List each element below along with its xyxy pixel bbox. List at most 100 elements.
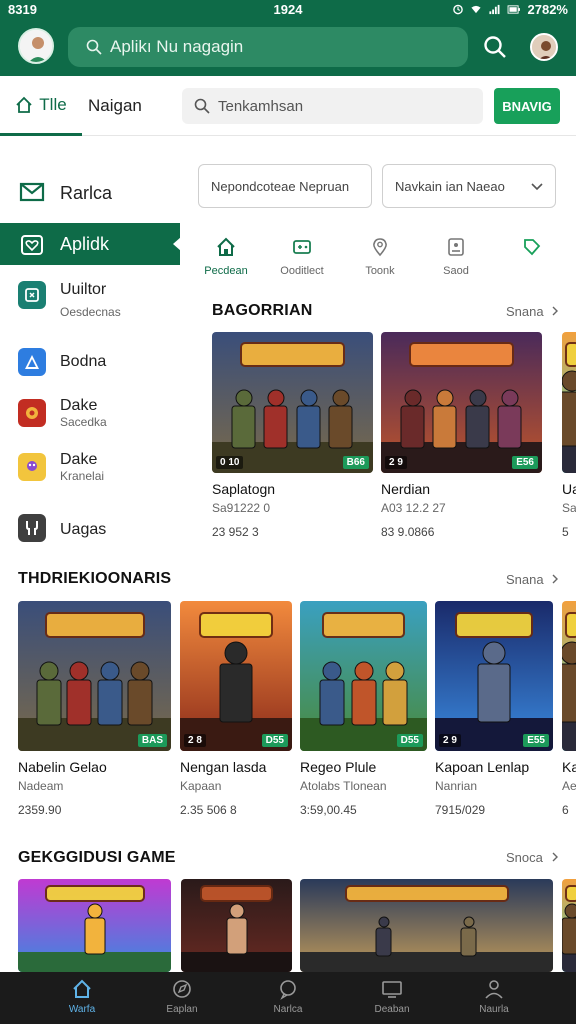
category-row: Pecdean Ooditlect Toonk Saod <box>196 237 576 285</box>
game-subtitle: Sa <box>562 501 576 515</box>
game-card[interactable] <box>18 879 171 972</box>
sidebar: Rarlca Aplidk Uuiltor Oesdecnas Bodna Da… <box>0 137 181 972</box>
section-more-link[interactable]: Snana <box>506 304 559 319</box>
status-icons: 2782% <box>452 2 568 17</box>
game-title: Nabelin Gelao <box>18 759 107 775</box>
game-title: Ka <box>562 759 576 775</box>
game-subtitle: Nanrian <box>435 779 478 793</box>
category-label: Pecdean <box>204 265 248 277</box>
chevron-right-icon <box>552 306 559 316</box>
game-thumbnail[interactable] <box>562 332 576 473</box>
bottom-nav-item-1[interactable]: Eaplan <box>142 978 222 1015</box>
toolbar-search-input[interactable]: Tenkamhsan <box>182 88 483 124</box>
search-button-icon[interactable] <box>482 34 508 60</box>
game-download-count: 2.35 506 8 <box>180 803 237 817</box>
sidebar-item-uuiltor[interactable]: Uuiltor Oesdecnas <box>0 279 180 325</box>
battery-percent: 2782% <box>527 2 568 17</box>
game-card[interactable]: BAS Nabelin Gelao Nadeam 2359.90 <box>18 601 171 821</box>
app-icon <box>18 453 46 481</box>
app-icon <box>18 399 46 427</box>
game-thumbnail[interactable]: BAS <box>18 601 171 751</box>
section-more-label: Snana <box>506 572 544 587</box>
tab-home[interactable]: Tlle <box>0 76 82 136</box>
section-more-link[interactable]: Snoca <box>506 850 559 865</box>
game-thumbnail[interactable] <box>300 879 553 972</box>
status-bar: 8319 1924 2782% <box>0 0 576 20</box>
game-card[interactable]: D55 Regeo Plule Atolabs Tlonean 3:59,00.45 <box>300 601 427 821</box>
card-icon <box>448 238 464 256</box>
heart-icon <box>18 231 46 259</box>
price-badge: D55 <box>396 734 423 747</box>
app-logo[interactable] <box>18 28 54 64</box>
game-card[interactable] <box>181 879 292 972</box>
section-more-label: Snana <box>506 304 544 319</box>
profile-avatar[interactable] <box>530 33 558 61</box>
sidebar-item-label: Dake Sacedka <box>60 397 107 429</box>
game-thumbnail[interactable] <box>18 879 171 972</box>
sidebar-item-dake-1[interactable]: Dake Sacedka <box>0 395 180 439</box>
bottom-nav-item-4[interactable]: Naurla <box>454 978 534 1015</box>
game-title: Ua <box>562 481 576 497</box>
sidebar-item-aplidk[interactable]: Aplidk <box>0 223 181 265</box>
game-card[interactable] <box>300 879 553 972</box>
toolbar-search-placeholder: Tenkamhsan <box>218 97 304 115</box>
tab-navigation[interactable]: Naigan <box>88 96 142 116</box>
game-card[interactable]: 0 10 B66 Saplatogn Sa91222 0 23 952 3 <box>212 332 373 543</box>
game-download-count: 5 <box>562 525 569 539</box>
category-tab-2[interactable]: Toonk <box>350 237 410 277</box>
game-card[interactable]: 2 8 D55 Nengan lasda Kapaan 2.35 506 8 <box>180 601 292 821</box>
category-tab-4[interactable] <box>502 237 562 265</box>
game-thumbnail[interactable]: 2 9 E55 <box>435 601 553 751</box>
game-thumbnail[interactable]: 2 9 E56 <box>381 332 542 473</box>
tag-icon <box>524 239 541 256</box>
tab-home-label: Tlle <box>39 94 67 114</box>
category-tab-3[interactable]: Saod <box>426 237 486 277</box>
sidebar-item-title: Uuiltor <box>60 281 107 298</box>
filter-dropdown-left[interactable]: Nepondcoteae Nepruan <box>198 164 372 208</box>
game-thumbnail[interactable]: 0 10 B66 <box>212 332 373 473</box>
bottom-nav-item-0[interactable]: Warfa <box>42 978 122 1015</box>
category-label: Saod <box>443 265 469 277</box>
section-title: THDRIEKIOONARIS <box>18 570 172 587</box>
chat-icon <box>280 980 296 1000</box>
app-search-input[interactable]: Aplikı Nu nagagin <box>68 27 468 67</box>
sidebar-item-uagas[interactable]: Uagas <box>0 513 180 547</box>
game-card[interactable]: 2 9 E55 Kapoan Lenlap Nanrian 7915/029 <box>435 601 553 821</box>
bottom-nav-item-3[interactable]: Deaban <box>352 978 432 1015</box>
bottom-nav-item-2[interactable]: Narlca <box>248 978 328 1015</box>
section-title: GEKGGIDUSI GAME <box>18 849 176 866</box>
toolbar-action-button[interactable]: BNAVIG <box>494 88 560 124</box>
game-thumbnail[interactable] <box>181 879 292 972</box>
home-icon <box>217 237 235 256</box>
chevron-right-icon <box>552 852 558 862</box>
game-subtitle: Nadeam <box>18 779 64 793</box>
game-thumbnail[interactable] <box>562 601 576 751</box>
app-icon <box>18 281 46 309</box>
rating-badge: 0 10 <box>216 456 244 469</box>
sidebar-item-dake-2[interactable]: Dake Kranelai <box>0 449 180 493</box>
game-subtitle: Sa91222 0 <box>212 501 271 515</box>
game-card[interactable] <box>562 879 576 972</box>
category-tab-0[interactable]: Pecdean <box>196 237 256 277</box>
game-card[interactable]: 2 9 E56 Nerdian A03 12.2 27 83 9.0866 <box>381 332 542 543</box>
gamepad-icon <box>293 240 311 254</box>
game-subtitle: A03 12.2 27 <box>381 501 446 515</box>
chevron-down-icon <box>531 183 543 191</box>
price-badge: D55 <box>261 734 288 747</box>
game-card[interactable]: Ka Ae 6 <box>562 601 576 821</box>
sidebar-item-label: Bodna <box>60 353 107 370</box>
filter-dropdown-right[interactable]: Navkain ian Naeao <box>382 164 556 208</box>
compass-icon <box>173 980 191 998</box>
game-card[interactable]: Ua Sa 5 <box>562 332 576 543</box>
game-thumbnail[interactable]: D55 <box>300 601 427 751</box>
location-icon <box>373 238 387 257</box>
sidebar-item-label: Uagas <box>60 521 107 538</box>
game-thumbnail[interactable] <box>562 879 576 972</box>
section-more-link[interactable]: Snana <box>506 572 559 587</box>
category-tab-1[interactable]: Ooditlect <box>272 237 332 277</box>
sidebar-item-rarlca[interactable]: Rarlca <box>0 175 180 209</box>
game-thumbnail[interactable]: 2 8 D55 <box>180 601 292 751</box>
sidebar-item-bodna[interactable]: Bodna <box>0 345 180 379</box>
game-title: Nerdian <box>381 481 431 497</box>
search-icon <box>194 98 210 114</box>
